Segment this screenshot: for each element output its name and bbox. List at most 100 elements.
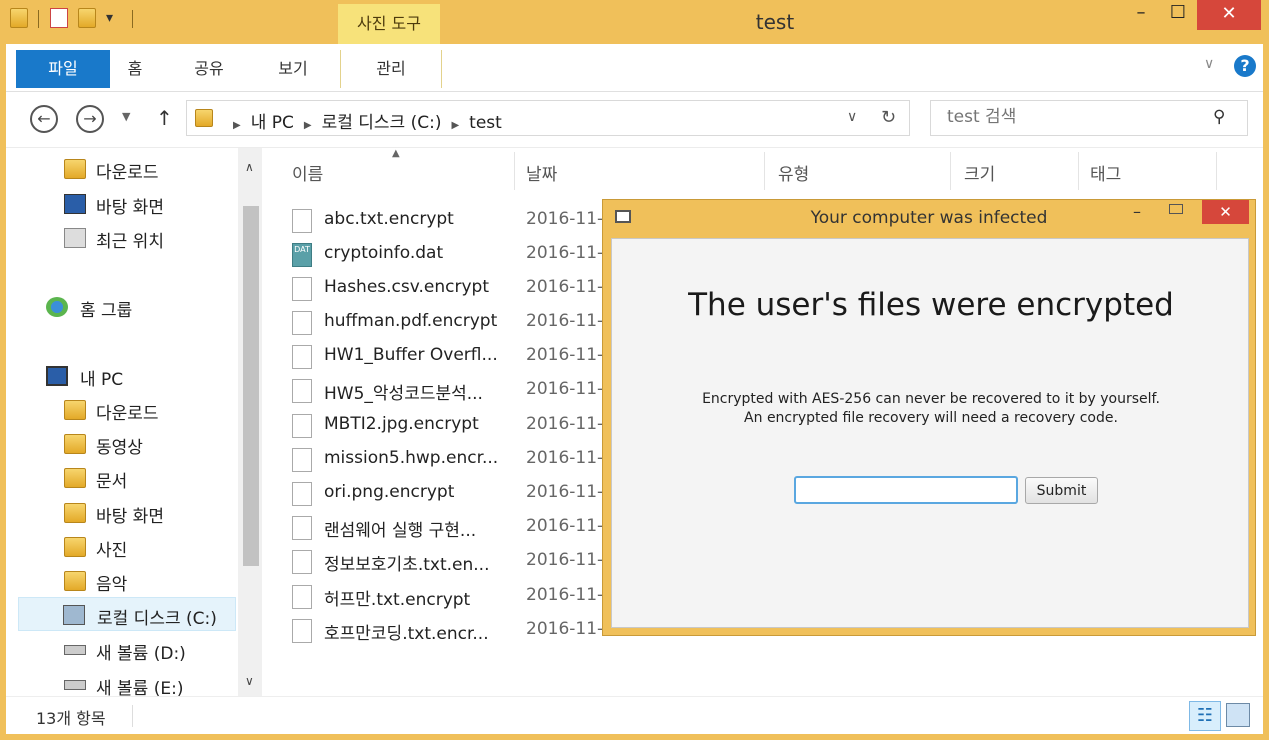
file-icon <box>292 414 312 438</box>
file-row[interactable]: mission5.hwp.encr... 2016-11- <box>292 442 622 476</box>
column-divider[interactable] <box>1216 152 1217 190</box>
column-divider[interactable] <box>514 152 515 190</box>
documents-icon <box>64 468 86 488</box>
file-icon <box>292 516 312 540</box>
maximize-button[interactable]: ☐ <box>1157 0 1199 30</box>
breadcrumb-local-disk[interactable]: 로컬 디스크 (C:) <box>322 113 442 133</box>
minimize-button[interactable]: – <box>1120 0 1162 30</box>
column-header-date[interactable]: 날짜 <box>526 160 557 196</box>
homegroup-icon <box>46 297 68 317</box>
pictures-icon <box>64 537 86 557</box>
file-row[interactable]: MBTI2.jpg.encrypt 2016-11- <box>292 408 622 442</box>
recovery-code-input[interactable] <box>794 476 1018 504</box>
tab-home[interactable]: 홈 <box>116 50 154 88</box>
search-box[interactable]: ⚲ <box>930 100 1248 136</box>
file-row[interactable]: DAT cryptoinfo.dat 2016-11- <box>292 237 622 271</box>
drive-icon <box>64 680 86 690</box>
breadcrumb-my-pc[interactable]: 내 PC <box>251 113 294 133</box>
tab-share[interactable]: 공유 <box>186 50 232 88</box>
column-header-type[interactable]: 유형 <box>778 160 809 196</box>
dialog-heading: The user's files were encrypted <box>688 287 1174 323</box>
search-icon[interactable]: ⚲ <box>1213 107 1225 127</box>
properties-icon[interactable] <box>50 8 68 28</box>
tab-view[interactable]: 보기 <box>270 50 316 88</box>
file-row[interactable]: HW5_악성코드분석... 2016-11- <box>292 373 622 407</box>
folder-icon <box>195 109 213 127</box>
address-dropdown-icon[interactable]: ∨ <box>847 109 857 125</box>
file-icon <box>292 379 312 403</box>
computer-icon <box>46 366 68 386</box>
file-row[interactable]: HW1_Buffer Overfl... 2016-11- <box>292 339 622 373</box>
large-icons-view-icon[interactable] <box>1226 703 1250 727</box>
details-view-icon[interactable]: ☷ <box>1189 701 1221 731</box>
breadcrumb-test[interactable]: test <box>469 113 502 133</box>
dialog-maximize-button[interactable] <box>1169 204 1183 214</box>
dialog-minimize-button[interactable]: – <box>1133 202 1141 221</box>
recent-locations-icon[interactable]: ▼ <box>122 110 130 123</box>
chevron-right-icon[interactable]: ▶ <box>304 120 312 131</box>
ribbon-tabs: 파일 홈 공유 보기 관리 ∨ ? <box>6 44 1263 92</box>
column-header-name[interactable]: 이름 <box>292 160 323 196</box>
status-bar: 13개 항목 ☷ <box>6 696 1263 734</box>
column-divider[interactable] <box>764 152 765 190</box>
customize-toolbar-icon[interactable]: ▾ <box>106 8 124 28</box>
column-header-size[interactable]: 크기 <box>964 160 995 196</box>
file-icon <box>292 550 312 574</box>
downloads-icon <box>64 400 86 420</box>
file-icon <box>292 482 312 506</box>
forward-button[interactable]: → <box>76 105 104 133</box>
back-button[interactable]: ← <box>30 105 58 133</box>
chevron-right-icon[interactable]: ▶ <box>451 120 459 131</box>
videos-icon <box>64 434 86 454</box>
music-icon <box>64 571 86 591</box>
submit-button[interactable]: Submit <box>1025 477 1098 504</box>
dat-file-icon: DAT <box>292 243 312 267</box>
column-divider[interactable] <box>950 152 951 190</box>
search-input[interactable] <box>947 107 1197 127</box>
file-row[interactable]: Hashes.csv.encrypt 2016-11- <box>292 271 622 305</box>
navigation-bar: ← → ▼ ↑ ▶ 내 PC ▶ 로컬 디스크 (C:) ▶ test ∨ ↻ ⚲ <box>6 92 1263 148</box>
file-row[interactable]: 호프만코딩.txt.encr... 2016-11- <box>292 613 622 647</box>
nav-item-local-disk-c[interactable]: 로컬 디스크 (C:) <box>18 597 236 631</box>
dialog-message-line2: An encrypted file recovery will need a r… <box>744 410 1118 426</box>
tab-manage[interactable]: 관리 <box>340 50 442 88</box>
desktop-icon <box>64 194 86 214</box>
new-folder-icon[interactable] <box>78 8 96 28</box>
chevron-right-icon[interactable]: ▶ <box>233 120 241 131</box>
status-divider <box>132 705 133 727</box>
dialog-close-button[interactable]: ✕ <box>1202 200 1249 224</box>
close-button[interactable]: ✕ <box>1197 0 1261 30</box>
file-row[interactable]: 정보보호기초.txt.en... 2016-11- <box>292 544 622 578</box>
navigation-pane: 다운로드 바탕 화면 최근 위치 홈 그룹 내 PC 다운로드 동영상 문서 바… <box>6 148 262 699</box>
file-row[interactable]: 랜섬웨어 실행 구현... 2016-11- <box>292 510 622 544</box>
downloads-icon <box>64 159 86 179</box>
address-bar[interactable]: ▶ 내 PC ▶ 로컬 디스크 (C:) ▶ test ∨ ↻ <box>186 100 910 136</box>
file-row[interactable]: 허프만.txt.encrypt 2016-11- <box>292 579 622 613</box>
toolbar-divider <box>38 10 39 28</box>
help-icon[interactable]: ? <box>1234 55 1256 77</box>
desktop-icon <box>64 503 86 523</box>
file-row[interactable]: huffman.pdf.encrypt 2016-11- <box>292 305 622 339</box>
tab-file[interactable]: 파일 <box>16 50 110 88</box>
scroll-up-icon[interactable]: ∧ <box>245 160 254 174</box>
dialog-title: Your computer was infected <box>810 208 1048 228</box>
dialog-title-bar: Your computer was infected – ✕ <box>603 200 1255 236</box>
column-divider[interactable] <box>1078 152 1079 190</box>
column-header-tags[interactable]: 태그 <box>1090 160 1121 196</box>
up-button[interactable]: ↑ <box>156 106 173 130</box>
file-icon <box>292 209 312 233</box>
file-icon <box>292 345 312 369</box>
refresh-icon[interactable]: ↻ <box>881 107 896 128</box>
window-title: test <box>755 10 795 34</box>
file-row[interactable]: ori.png.encrypt 2016-11- <box>292 476 622 510</box>
dialog-message-line1: Encrypted with AES-256 can never be reco… <box>702 391 1160 407</box>
nav-scrollbar[interactable]: ∧ ∨ <box>238 148 262 696</box>
folder-icon <box>10 8 28 28</box>
recent-places-icon <box>64 228 86 248</box>
drive-icon <box>64 645 86 655</box>
expand-ribbon-icon[interactable]: ∨ <box>1204 56 1214 72</box>
scroll-down-icon[interactable]: ∨ <box>245 674 254 688</box>
scrollbar-thumb[interactable] <box>243 206 259 566</box>
file-row[interactable]: abc.txt.encrypt 2016-11- <box>292 203 622 237</box>
ransom-dialog: Your computer was infected – ✕ The user'… <box>602 199 1256 636</box>
